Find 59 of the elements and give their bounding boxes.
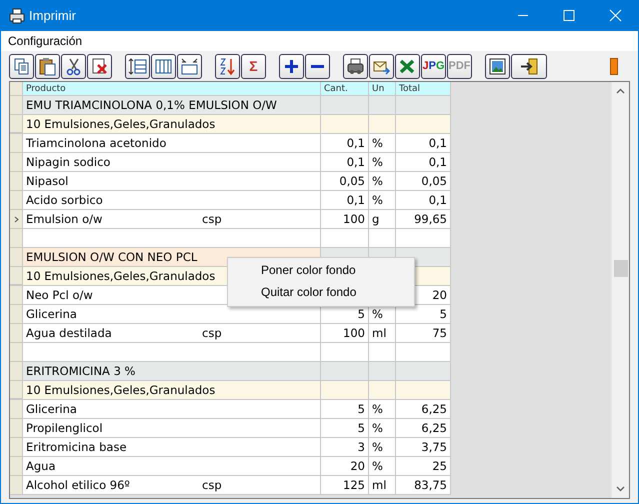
table-cell: 0,1 [396,191,451,210]
table-cell: Agua [23,457,321,476]
table-cell: ml [369,476,396,495]
table-cell: % [369,153,396,172]
table-cell: 6,25 [396,419,451,438]
table-cell: Alcohol etilico 96º csp [23,476,321,495]
table-cell: 0,1 [396,134,451,153]
table-cell: 0,1 [321,134,369,153]
table-cell: 3,75 [396,438,451,457]
table-cell: Triamcinolona acetonido [23,134,321,153]
jpg-button[interactable]: JPG [421,54,446,78]
table-cell: 10 Emulsiones,Geles,Granulados [26,383,216,397]
sum-button[interactable]: Σ [241,54,266,78]
table-cell: Glicerina [23,305,321,324]
table-cell: 3 [321,438,369,457]
column-header[interactable]: Total [396,82,451,96]
table-cell: 100 [321,210,369,229]
table-cell: 5 [396,305,451,324]
table-cell: Propilenglicol [23,419,321,438]
table-cell: 25 [396,457,451,476]
column-header[interactable]: Cant. [321,82,369,96]
table-cell: 100 [321,324,369,343]
table-cell: % [369,191,396,210]
table-cell: 83,75 [396,476,451,495]
table-cell: 99,65 [396,210,451,229]
table-cell: Nipagin sodico [23,153,321,172]
table-cell: 5 [321,400,369,419]
table-cell: Nipasol [23,172,321,191]
menu-item[interactable]: Configuración [1,34,90,48]
table-cell: 20 [321,457,369,476]
table-cell: 75 [396,324,451,343]
table-cell: Eritromicina base [23,438,321,457]
table-cell: 125 [321,476,369,495]
table-cell: 0,1 [321,153,369,172]
table-cell: 0,1 [396,153,451,172]
table-cell: 10 Emulsiones,Geles,Granulados [26,117,216,131]
table-cell: ERITROMICINA 3 % [23,362,321,381]
column-header[interactable]: Producto [23,82,321,96]
table-cell: 0,1 [321,191,369,210]
table-cell: 6,25 [396,400,451,419]
table-cell: Emulsion o/w csp [23,210,321,229]
table-cell: Agua destilada csp [23,324,321,343]
table-cell: % [369,400,396,419]
table-cell: g [369,210,396,229]
column-header[interactable]: Un [369,82,396,96]
table-cell: 0,05 [396,172,451,191]
window-title: Imprimir [29,8,77,23]
table-cell: 0,05 [321,172,369,191]
table-cell: % [369,457,396,476]
table-cell: 5 [321,419,369,438]
table-cell: % [369,172,396,191]
table-cell: 10 Emulsiones,Geles,Granulados [26,269,216,283]
table-cell: ml [369,324,396,343]
table-cell: % [369,419,396,438]
table-cell: % [369,438,396,457]
table-cell: Glicerina [23,400,321,419]
table-cell: % [369,134,396,153]
table-cell: EMU TRIAMCINOLONA 0,1% EMULSION O/W [23,96,321,115]
table-cell: Acido sorbico [23,191,321,210]
